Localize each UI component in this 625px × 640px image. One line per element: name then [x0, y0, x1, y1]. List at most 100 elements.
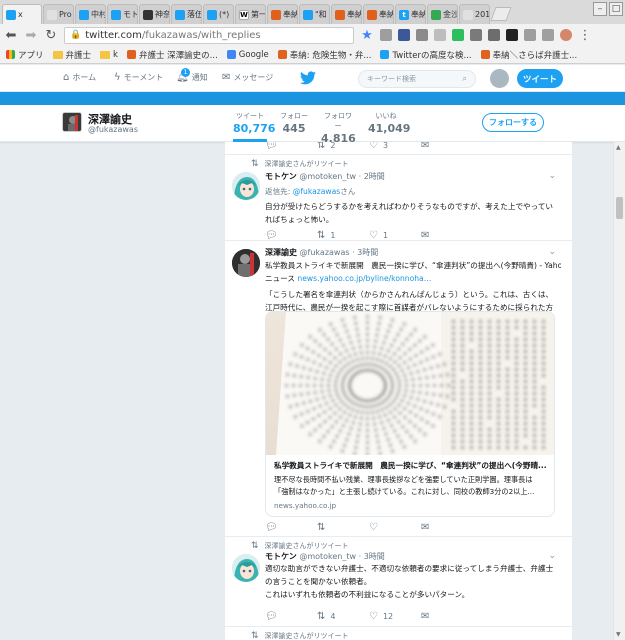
tweet-avatar[interactable]	[232, 249, 260, 277]
back-arrow-icon[interactable]: ⬅	[4, 28, 18, 43]
reload-icon[interactable]: ↻	[44, 28, 58, 43]
browser-tab[interactable]: t 奉納	[395, 4, 426, 24]
reply-button[interactable]: 💬︎	[265, 611, 317, 622]
browser-tab[interactable]: 落伍	[171, 4, 202, 24]
chevron-down-icon[interactable]: ⌄	[548, 171, 556, 181]
tweet-timestamp[interactable]: · 3時間	[352, 248, 378, 257]
evernote-extension-icon[interactable]	[452, 29, 464, 41]
tweet-author-name[interactable]: モトケン	[265, 172, 297, 181]
bookmark-star-icon[interactable]: ★	[360, 28, 374, 43]
twitter-bird-icon[interactable]	[300, 71, 316, 85]
reply-button[interactable]: 💬︎	[265, 142, 317, 151]
tweet-item[interactable]: ⇅ 深澤諭史さんがリツイート モトケン @motoken_tw · 2時間 ⌄ …	[225, 154, 572, 241]
tweet-timestamp[interactable]: · 2時間	[359, 172, 385, 181]
retweet-icon: ⇅	[317, 611, 326, 622]
reply-icon: 💬︎	[265, 611, 278, 622]
retweet-button[interactable]: ⇅ 2	[317, 142, 369, 151]
tweet-author-name[interactable]: 深澤諭史	[265, 248, 297, 257]
lightning-icon: ϟ	[114, 72, 121, 83]
browser-tab[interactable]: 奉納	[363, 4, 394, 24]
profile-avatar[interactable]	[62, 112, 82, 132]
tweet-item[interactable]: 深澤諭史 @fukazawas · 3時間 ⌄ 私学教員ストライキで新展開 農民…	[225, 240, 572, 536]
retweet-button[interactable]: ⇅	[317, 522, 369, 533]
browser-tab[interactable]: "和	[299, 4, 330, 24]
minimize-icon[interactable]: –	[593, 2, 607, 16]
bookmark-item[interactable]: k	[100, 50, 118, 60]
new-tab-button[interactable]	[490, 7, 512, 21]
bookmark-item[interactable]: アプリ	[6, 49, 44, 61]
tweet-author-handle[interactable]: @motoken_tw	[299, 552, 356, 561]
bookmark-item[interactable]: 弁護士 深澤諭史の...	[126, 49, 218, 61]
browser-tab[interactable]: 中村	[75, 4, 106, 24]
facebook-extension-icon[interactable]	[398, 29, 410, 41]
link-card[interactable]: 私学教員ストライキで新展開 農民一揆に学び、“傘連判状”の提出へ(今野晴... …	[265, 311, 555, 517]
nav-messages[interactable]: ✉ メッセージ	[222, 72, 273, 83]
profile-avatar-icon[interactable]	[560, 29, 572, 41]
chevron-down-icon[interactable]: ⌄	[548, 551, 556, 561]
browser-tab[interactable]: 神奈	[139, 4, 170, 24]
bookmark-item[interactable]: 弁護士	[52, 49, 91, 61]
dm-button[interactable]: ✉	[421, 522, 441, 533]
stat-tweets[interactable]: ツイート 80,776	[233, 111, 275, 142]
browser-tab[interactable]: 奉納	[331, 4, 362, 24]
reply-button[interactable]: 💬︎	[265, 522, 317, 533]
extension-icon[interactable]	[380, 29, 392, 41]
bookmark-item[interactable]: Twitterの高度な検...	[380, 49, 472, 61]
maximize-icon[interactable]: □	[609, 2, 623, 16]
tweet-link[interactable]: news.yahoo.co.jp/byline/konnoha…	[297, 274, 431, 283]
dm-button[interactable]: ✉	[421, 142, 441, 151]
chevron-down-icon[interactable]: ⌄	[548, 247, 556, 257]
tweet-avatar[interactable]	[232, 554, 260, 582]
stat-following[interactable]: フォロー 445	[280, 111, 308, 135]
search-icon[interactable]: ⌕	[463, 74, 467, 84]
extension-icon[interactable]	[434, 29, 446, 41]
account-avatar[interactable]	[490, 69, 509, 88]
bookmark-item[interactable]: Google	[226, 50, 269, 60]
dm-button[interactable]: ✉	[421, 611, 441, 622]
extension-icon[interactable]	[506, 29, 518, 41]
bookmark-item[interactable]: 奉納: 危険生物・弁...	[277, 49, 371, 61]
scroll-up-icon[interactable]: ▲	[616, 144, 621, 151]
like-button[interactable]: ♡	[369, 522, 421, 533]
scroll-down-icon[interactable]: ▼	[616, 631, 621, 638]
stat-likes[interactable]: いいね 41,049	[368, 111, 410, 135]
tweet-author-handle[interactable]: @fukazawas	[300, 248, 350, 257]
tweet-author-name[interactable]: モトケン	[265, 552, 297, 561]
tweet-item[interactable]: ⇅ 深澤諭史さんがリツイート モトケン @motoken_tw · 3時間 ⌄ …	[225, 536, 572, 626]
scrollbar-thumb[interactable]	[616, 197, 623, 219]
nav-moments[interactable]: ϟ モーメント	[114, 72, 163, 83]
menu-icon[interactable]: ⋮	[578, 28, 592, 43]
extension-icon[interactable]	[524, 29, 536, 41]
retweet-button[interactable]: ⇅ 4	[317, 611, 369, 622]
browser-tab[interactable]: x	[2, 4, 42, 24]
tab-favicon-icon	[207, 9, 217, 20]
search-input[interactable]: キーワード検索 ⌕	[358, 70, 476, 88]
browser-tab[interactable]: Pro	[43, 4, 74, 24]
browser-tab[interactable]: 201	[459, 4, 490, 24]
bookmark-item[interactable]: 奉納＼さらば弁護士...	[480, 49, 577, 61]
page-scrollbar[interactable]: ▲ ▼	[613, 142, 625, 640]
forward-arrow-icon[interactable]: ➡	[24, 28, 38, 43]
address-bar[interactable]: 🔒 twitter.com/fukazawas/with_replies	[64, 26, 354, 44]
reply-handle-link[interactable]: @fukazawas	[293, 187, 340, 196]
browser-tab[interactable]: (*)	[203, 4, 234, 24]
browser-tab[interactable]: 金沙	[427, 4, 458, 24]
nav-home[interactable]: ⌂ ホーム	[63, 72, 96, 83]
tweet-text-line: 適切な助言ができない弁護士、不適切な依頼者の要求に従ってしまう弁護士、弁護士	[265, 564, 554, 573]
tweet-timestamp[interactable]: · 3時間	[359, 552, 385, 561]
extension-icon[interactable]	[470, 29, 482, 41]
extension-icon[interactable]	[542, 29, 554, 41]
extension-icon[interactable]	[416, 29, 428, 41]
browser-tab[interactable]: 奉納	[267, 4, 298, 24]
like-button[interactable]: ♡ 3	[369, 142, 421, 151]
tweet-button[interactable]: ツイート	[517, 69, 563, 88]
browser-tab[interactable]: W 第一	[235, 4, 266, 24]
tweet-avatar[interactable]	[232, 172, 260, 200]
follow-button[interactable]: フォローする	[482, 113, 544, 132]
browser-tab[interactable]: モト	[107, 4, 138, 24]
stat-followers[interactable]: フォロワー 4,816	[321, 111, 356, 145]
tweet-author-handle[interactable]: @motoken_tw	[299, 172, 356, 181]
extension-icon[interactable]	[488, 29, 500, 41]
tweet-item[interactable]: ⇅ 深澤諭史さんがリツイート	[225, 626, 572, 640]
like-button[interactable]: ♡ 12	[369, 611, 421, 622]
